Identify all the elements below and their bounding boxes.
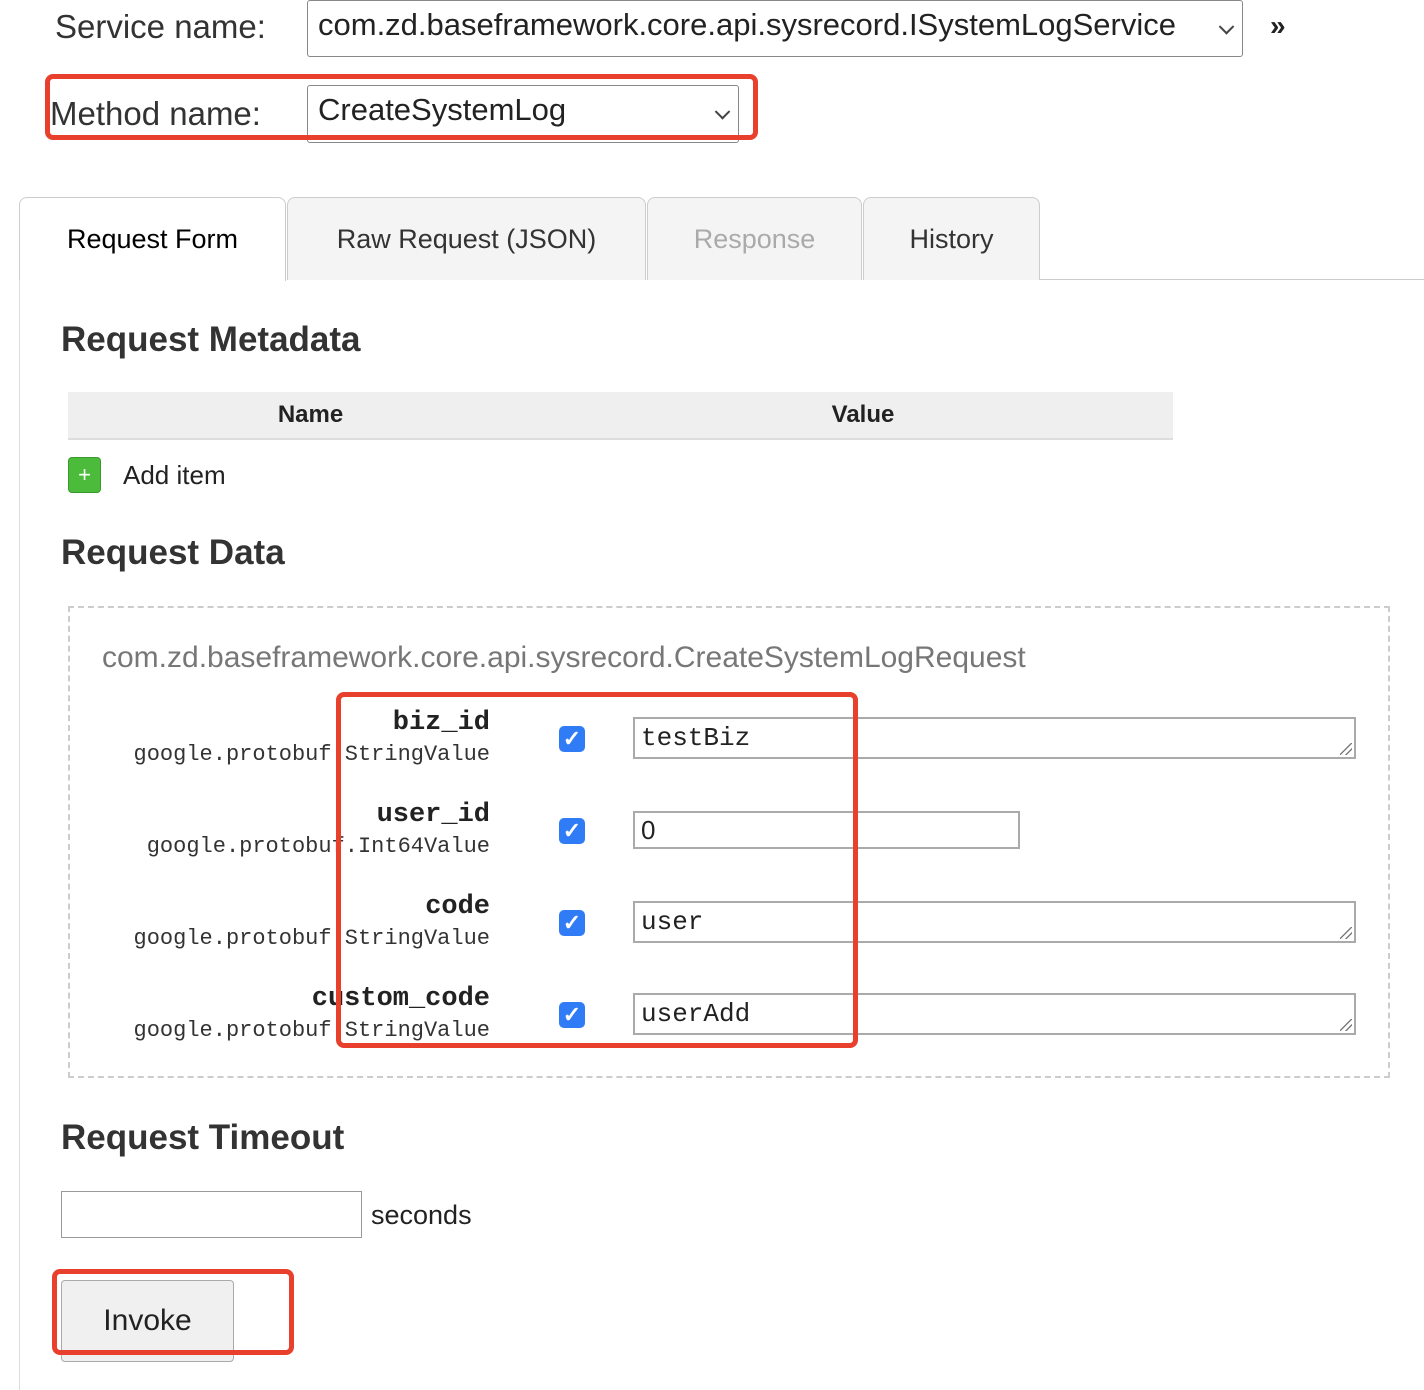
field-input[interactable]: user — [633, 901, 1356, 943]
field-input[interactable]: 0 — [633, 811, 1020, 849]
tab-label: Raw Request (JSON) — [336, 223, 597, 254]
tab-label: History — [909, 223, 994, 254]
field-name: biz_id — [392, 708, 490, 738]
field-checkbox[interactable]: ✓ — [559, 726, 585, 752]
tab-response[interactable]: Response — [647, 197, 862, 280]
timeout-heading: Request Timeout — [61, 1118, 345, 1157]
field-type: google.protobuf.StringValue — [133, 926, 490, 951]
field-type: google.protobuf.Int64Value — [146, 834, 490, 859]
timeout-input[interactable] — [61, 1191, 362, 1238]
field-value: 0 — [641, 815, 656, 845]
service-name-select[interactable]: com.zd.baseframework.core.api.sysrecord.… — [307, 0, 1243, 57]
chevron-down-icon — [1218, 18, 1235, 35]
column-value: Value — [831, 401, 895, 428]
tab-history[interactable]: History — [863, 197, 1040, 280]
checkmark-icon: ✓ — [562, 1002, 582, 1027]
resize-handle-icon[interactable] — [1340, 743, 1352, 755]
checkmark-icon: ✓ — [562, 818, 582, 843]
field-checkbox[interactable]: ✓ — [559, 818, 585, 844]
field-type: google.protobuf.StringValue — [133, 1018, 490, 1043]
field-type: google.protobuf.StringValue — [133, 742, 490, 767]
add-item-label[interactable]: Add item — [123, 460, 226, 491]
add-item-button[interactable]: + — [68, 457, 101, 493]
tab-label: Response — [693, 223, 816, 254]
method-name-select[interactable]: CreateSystemLog — [307, 85, 739, 143]
checkmark-icon: ✓ — [562, 726, 582, 751]
checkmark-icon: ✓ — [562, 910, 582, 935]
timeout-unit: seconds — [371, 1200, 472, 1230]
field-name: user_id — [376, 800, 490, 830]
chevron-down-icon — [714, 104, 731, 120]
invoke-label: Invoke — [103, 1304, 192, 1337]
request-data-heading: Request Data — [61, 533, 285, 572]
field-checkbox[interactable]: ✓ — [559, 1002, 585, 1028]
field-value: userAdd — [641, 999, 751, 1029]
tab-request-form[interactable]: Request Form — [19, 197, 286, 281]
field-input[interactable]: testBiz — [633, 717, 1356, 759]
double-chevron-right-icon[interactable]: » — [1270, 10, 1286, 42]
service-name-value: com.zd.baseframework.core.api.sysrecord.… — [318, 7, 1176, 42]
field-input[interactable]: userAdd — [633, 993, 1356, 1035]
method-name-label: Method name: — [50, 95, 261, 132]
field-name: code — [425, 892, 490, 922]
field-value: testBiz — [641, 723, 751, 753]
field-checkbox[interactable]: ✓ — [559, 910, 585, 936]
tab-divider — [1039, 279, 1424, 280]
tab-label: Request Form — [66, 224, 239, 254]
resize-handle-icon[interactable] — [1340, 1019, 1352, 1031]
resize-handle-icon[interactable] — [1340, 927, 1352, 939]
tab-raw-request[interactable]: Raw Request (JSON) — [287, 197, 646, 280]
method-name-value: CreateSystemLog — [318, 92, 567, 127]
metadata-table-header: Name Value — [68, 392, 1173, 440]
invoke-button[interactable]: Invoke — [61, 1280, 234, 1362]
panel-border — [19, 280, 20, 1390]
metadata-heading: Request Metadata — [61, 320, 361, 359]
plus-icon: + — [78, 462, 91, 487]
service-name-label: Service name: — [55, 8, 266, 45]
field-value: user — [641, 907, 704, 937]
field-name: custom_code — [311, 984, 490, 1014]
column-name: Name — [277, 401, 344, 428]
message-type: com.zd.baseframework.core.api.sysrecord.… — [102, 641, 1026, 674]
